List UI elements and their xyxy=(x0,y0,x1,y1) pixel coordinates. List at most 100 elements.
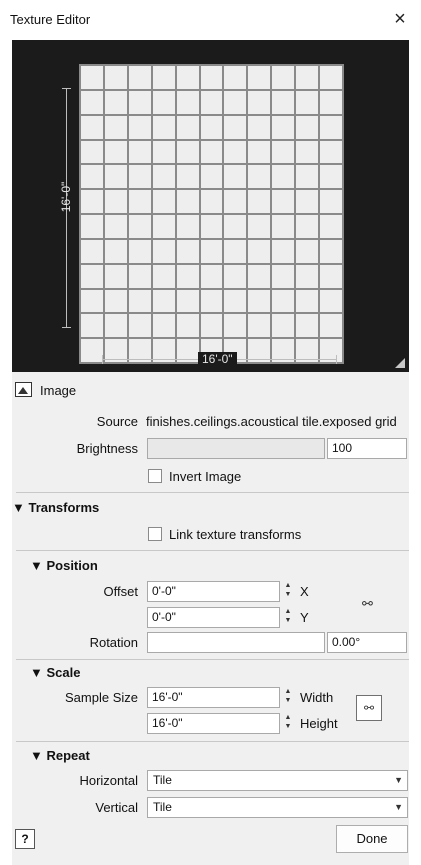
ceiling-tile xyxy=(152,165,175,189)
ceiling-tile xyxy=(176,115,199,139)
image-icon xyxy=(15,382,32,397)
ceiling-tile xyxy=(152,90,175,114)
ceiling-tile xyxy=(128,66,151,89)
ceiling-tile xyxy=(224,90,247,114)
offset-y-field[interactable]: 0'-0" xyxy=(147,607,280,628)
vertical-repeat-value: Tile xyxy=(153,800,172,814)
ceiling-tile xyxy=(128,90,151,114)
chevron-down-icon: ▼ xyxy=(394,775,403,785)
offset-x-field[interactable]: 0'-0" xyxy=(147,581,280,602)
ceiling-tile xyxy=(224,66,247,89)
width-label: Width xyxy=(300,690,334,705)
title-bar: Texture Editor × xyxy=(0,0,421,40)
height-label: Height xyxy=(300,716,338,731)
ceiling-tile xyxy=(296,165,319,189)
ceiling-tile xyxy=(152,190,175,213)
ceiling-tile xyxy=(200,165,223,189)
ceiling-tile xyxy=(272,314,295,338)
ceiling-tile xyxy=(272,215,295,238)
sample-size-label: Sample Size xyxy=(65,690,138,705)
brightness-label: Brightness xyxy=(76,441,138,456)
repeat-header[interactable]: ▼ Repeat xyxy=(30,748,90,763)
rotation-field[interactable]: 0.00° xyxy=(327,632,407,653)
ceiling-tile xyxy=(176,90,199,114)
ceiling-tile xyxy=(81,190,103,213)
offset-x-stepper[interactable]: ▲ ▼ xyxy=(282,581,294,602)
ceiling-tile xyxy=(176,239,199,263)
ceiling-tile xyxy=(224,314,247,338)
ceiling-tile xyxy=(128,190,151,213)
ceiling-tile xyxy=(152,140,175,164)
ceiling-tile xyxy=(200,289,223,313)
invert-image-checkbox[interactable] xyxy=(148,469,162,483)
horizontal-label: Horizontal xyxy=(79,773,138,788)
horizontal-dimension-label: 16'-0" xyxy=(198,352,237,366)
ceiling-tile xyxy=(272,165,295,189)
transforms-header[interactable]: ▼ Transforms xyxy=(12,500,99,515)
ceiling-tile xyxy=(200,190,223,213)
ceiling-tile xyxy=(81,90,103,114)
ceiling-tile xyxy=(272,190,295,213)
ceiling-tile xyxy=(128,289,151,313)
ceiling-tile xyxy=(104,190,127,213)
help-button[interactable]: ? xyxy=(15,829,35,849)
image-section-label: Image xyxy=(40,383,77,398)
ceiling-tile xyxy=(224,239,247,263)
rotation-input[interactable] xyxy=(147,632,325,653)
close-icon[interactable]: × xyxy=(387,6,413,32)
ceiling-tile xyxy=(81,339,103,362)
horizontal-repeat-value: Tile xyxy=(153,773,172,787)
vertical-repeat-select[interactable]: Tile ▼ xyxy=(147,797,408,818)
sample-height-stepper[interactable]: ▲ ▼ xyxy=(282,713,294,734)
ceiling-tile xyxy=(224,215,247,238)
ceiling-tile xyxy=(272,66,295,89)
ceiling-tile xyxy=(272,289,295,313)
ceiling-tile xyxy=(176,215,199,238)
ceiling-tile xyxy=(81,66,103,89)
ceiling-tile xyxy=(248,190,271,213)
x-label: X xyxy=(300,584,309,599)
ceiling-tile xyxy=(200,239,223,263)
horizontal-repeat-select[interactable]: Tile ▼ xyxy=(147,770,408,791)
link-texture-transforms-checkbox[interactable] xyxy=(148,527,162,541)
scale-header[interactable]: ▼ Scale xyxy=(30,665,80,680)
sample-width-field[interactable]: 16'-0" xyxy=(147,687,280,708)
resize-grip-icon[interactable] xyxy=(395,358,405,368)
ceiling-tile xyxy=(224,264,247,288)
ceiling-tile xyxy=(128,264,151,288)
chevron-down-icon: ▼ xyxy=(394,802,403,812)
ceiling-tile xyxy=(200,115,223,139)
ceiling-tile xyxy=(81,165,103,189)
done-button[interactable]: Done xyxy=(336,825,408,853)
source-label: Source xyxy=(96,414,138,429)
ceiling-tile xyxy=(81,264,103,288)
sample-width-stepper[interactable]: ▲ ▼ xyxy=(282,687,294,708)
ceiling-tile xyxy=(200,264,223,288)
offset-y-stepper[interactable]: ▲ ▼ xyxy=(282,607,294,628)
ceiling-tile xyxy=(320,115,342,139)
ceiling-tile xyxy=(224,140,247,164)
sample-height-field[interactable]: 16'-0" xyxy=(147,713,280,734)
ceiling-tile xyxy=(248,90,271,114)
ceiling-tile xyxy=(81,314,103,338)
brightness-field[interactable]: 100 xyxy=(327,438,407,459)
ceiling-tile xyxy=(272,115,295,139)
divider xyxy=(16,741,409,742)
chain-link-icon[interactable]: ⚯ xyxy=(362,596,373,612)
ceiling-tile xyxy=(200,215,223,238)
ceiling-tile xyxy=(104,239,127,263)
ceiling-tile xyxy=(200,314,223,338)
source-value[interactable]: finishes.ceilings.acoustical tile.expose… xyxy=(146,414,409,429)
ceiling-tile xyxy=(320,165,342,189)
ceiling-tile xyxy=(248,239,271,263)
ceiling-tile xyxy=(272,140,295,164)
brightness-slider[interactable] xyxy=(147,438,325,459)
ceiling-tile xyxy=(248,165,271,189)
position-header[interactable]: ▼ Position xyxy=(30,558,98,573)
ceiling-tile xyxy=(296,289,319,313)
ceiling-tile xyxy=(320,90,342,114)
divider xyxy=(16,550,409,551)
ceiling-tile xyxy=(272,239,295,263)
chain-link-toggle-icon[interactable]: ⚯ xyxy=(356,695,382,721)
ceiling-tile xyxy=(176,66,199,89)
